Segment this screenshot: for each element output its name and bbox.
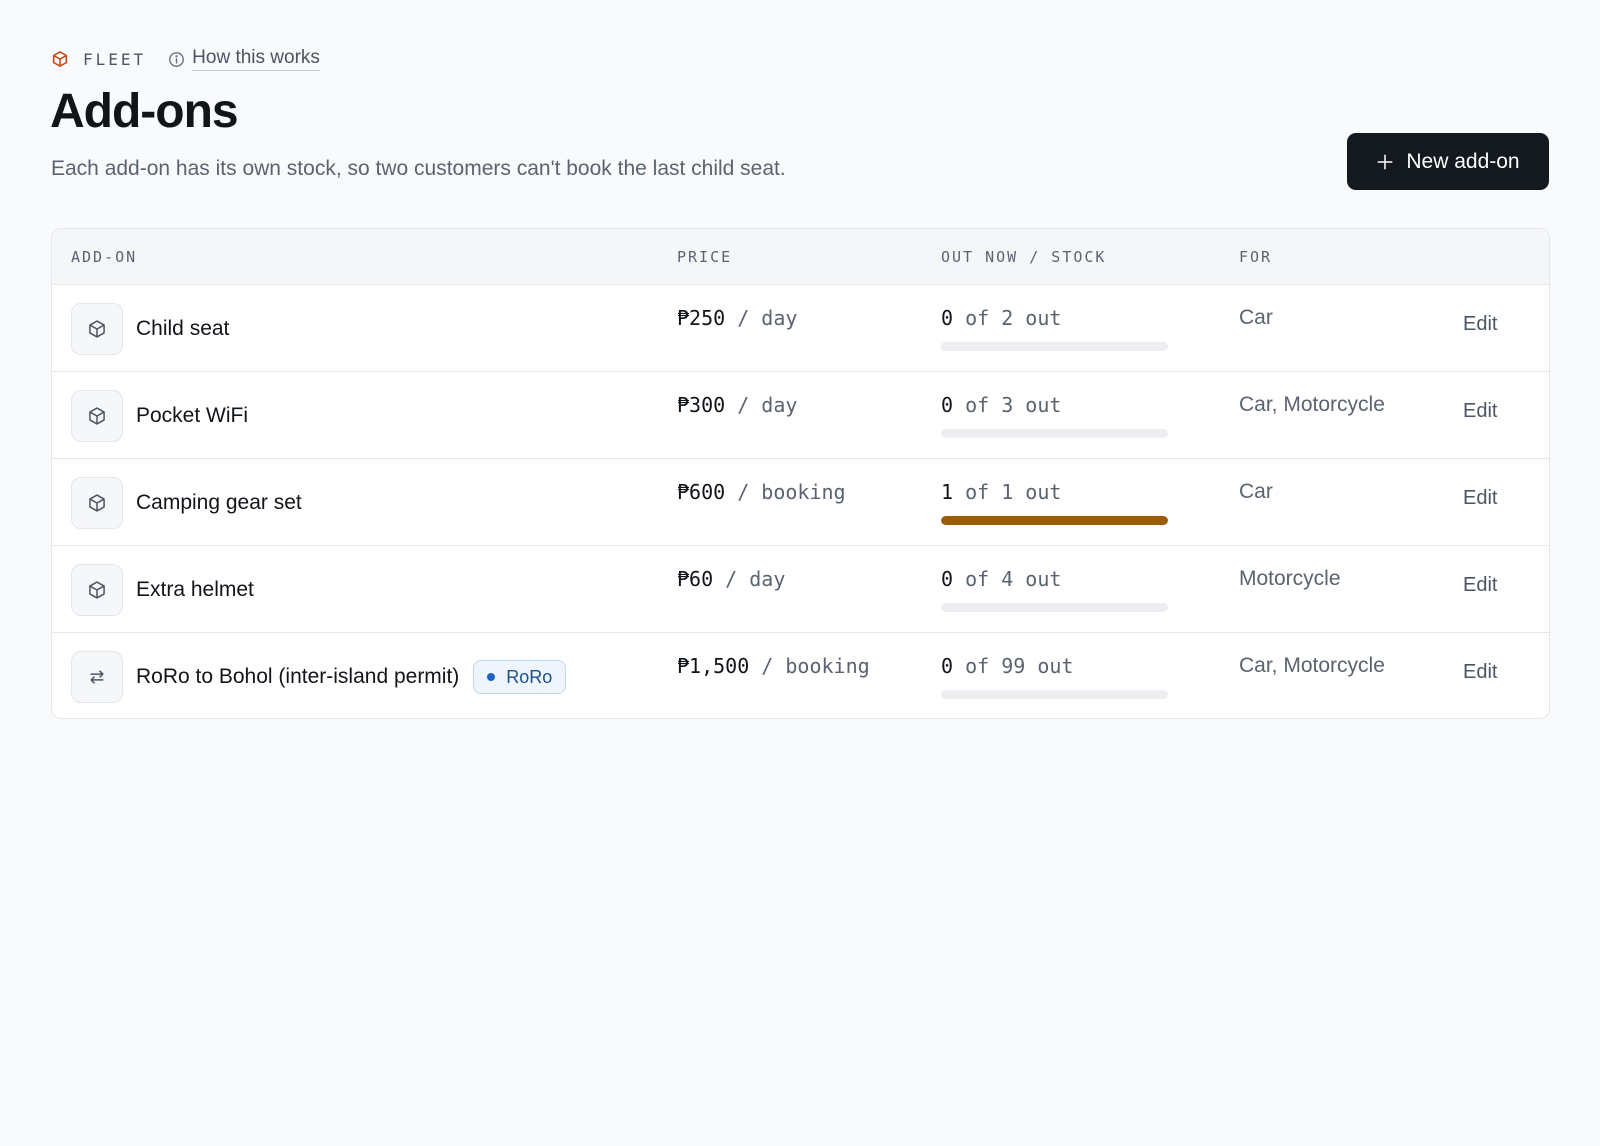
vehicle-type-cell: Car	[1239, 480, 1273, 503]
how-this-works-label: How this works	[192, 47, 320, 71]
info-icon	[168, 51, 185, 68]
plus-icon	[1376, 153, 1394, 171]
price-amount: ₱60	[677, 567, 714, 591]
cube-icon	[71, 303, 123, 355]
price-unit: / booking	[737, 480, 846, 504]
price-cell: ₱250 / day	[677, 306, 797, 330]
stock-cell: 0 of 4 out	[941, 567, 1169, 612]
cube-icon	[51, 50, 69, 68]
edit-button[interactable]: Edit	[1463, 313, 1497, 336]
stock-label: of 99 out	[965, 654, 1074, 678]
stock-bar	[941, 342, 1168, 351]
stock-cell: 0 of 99 out	[941, 654, 1169, 699]
arrows-exchange-icon	[71, 651, 123, 703]
page-title: Add-ons	[50, 85, 239, 138]
price-cell: ₱300 / day	[677, 393, 797, 417]
add-on-cell: RoRo to Bohol (inter-island permit) RoRo	[71, 651, 567, 703]
column-header-price: PRICE	[677, 248, 733, 266]
price-amount: ₱1,500	[677, 654, 750, 678]
add-on-name: Pocket WiFi	[136, 404, 249, 427]
add-on-cell: Extra helmet	[71, 564, 254, 616]
price-cell: ₱1,500 / booking	[677, 654, 870, 678]
cube-icon	[71, 477, 123, 529]
cube-icon	[71, 390, 123, 442]
stock-cell: 1 of 1 out	[941, 480, 1169, 525]
badge-label: RoRo	[506, 666, 553, 687]
price-cell: ₱600 / booking	[677, 480, 846, 504]
table-row: Extra helmet ₱60 / day 0 of 4 out Motorc…	[52, 546, 1549, 633]
section-eyebrow: FLEET How this works	[51, 47, 320, 71]
edit-button[interactable]: Edit	[1463, 400, 1497, 423]
stock-bar	[941, 429, 1168, 438]
new-add-on-button[interactable]: New add-on	[1347, 133, 1549, 190]
stock-bar	[941, 690, 1168, 699]
how-this-works-link[interactable]: How this works	[168, 47, 320, 71]
price-unit: / day	[725, 567, 786, 591]
column-header-for: FOR	[1239, 248, 1273, 266]
add-ons-table: ADD-ON PRICE OUT NOW / STOCK FOR Child s…	[51, 228, 1550, 719]
out-count: 0	[941, 654, 954, 678]
vehicle-type-cell: Car, Motorcycle	[1239, 654, 1385, 677]
page-subtitle: Each add-on has its own stock, so two cu…	[51, 157, 786, 180]
stock-label: of 4 out	[965, 567, 1062, 591]
vehicle-type-cell: Car	[1239, 306, 1273, 329]
badge-dot	[487, 673, 496, 681]
column-header-stock: OUT NOW / STOCK	[941, 248, 1107, 266]
add-on-name: Camping gear set	[136, 491, 302, 514]
price-amount: ₱250	[677, 306, 726, 330]
price-unit: / booking	[761, 654, 870, 678]
add-on-cell: Pocket WiFi	[71, 390, 248, 442]
stock-bar	[941, 516, 1168, 525]
edit-button[interactable]: Edit	[1463, 487, 1497, 510]
add-ons-page: FLEET How this works Add-ons Each add-on…	[0, 0, 1600, 1146]
add-on-name: Child seat	[136, 317, 230, 340]
section-label: FLEET	[83, 49, 147, 69]
price-unit: / day	[737, 306, 798, 330]
price-unit: / day	[737, 393, 798, 417]
stock-cell: 0 of 2 out	[941, 306, 1169, 351]
cube-icon	[71, 564, 123, 616]
out-count: 0	[941, 393, 954, 417]
table-row: Child seat ₱250 / day 0 of 2 out Car Edi…	[52, 285, 1549, 372]
table-row: RoRo to Bohol (inter-island permit) RoRo…	[52, 633, 1549, 718]
price-amount: ₱600	[677, 480, 726, 504]
column-header-add-on: ADD-ON	[71, 248, 138, 266]
price-cell: ₱60 / day	[677, 567, 785, 591]
stock-label: of 2 out	[965, 306, 1062, 330]
out-count: 1	[941, 480, 954, 504]
stock-cell: 0 of 3 out	[941, 393, 1169, 438]
out-count: 0	[941, 567, 954, 591]
vehicle-type-cell: Motorcycle	[1239, 567, 1341, 590]
edit-button[interactable]: Edit	[1463, 661, 1497, 684]
add-on-cell: Child seat	[71, 303, 229, 355]
price-amount: ₱300	[677, 393, 726, 417]
add-on-name: RoRo to Bohol (inter-island permit)	[136, 665, 460, 688]
out-count: 0	[941, 306, 954, 330]
table-row: Pocket WiFi ₱300 / day 0 of 3 out Car, M…	[52, 372, 1549, 459]
table-header: ADD-ON PRICE OUT NOW / STOCK FOR	[52, 229, 1549, 285]
new-add-on-label: New add-on	[1406, 149, 1520, 173]
roro-badge: RoRo	[473, 660, 567, 694]
stock-label: of 3 out	[965, 393, 1062, 417]
table-row: Camping gear set ₱600 / booking 1 of 1 o…	[52, 459, 1549, 546]
stock-label: of 1 out	[965, 480, 1062, 504]
stock-bar	[941, 603, 1168, 612]
stock-bar-fill	[941, 516, 1168, 525]
vehicle-type-cell: Car, Motorcycle	[1239, 393, 1385, 416]
add-on-cell: Camping gear set	[71, 477, 302, 529]
add-on-name: Extra helmet	[136, 578, 254, 601]
edit-button[interactable]: Edit	[1463, 574, 1497, 597]
